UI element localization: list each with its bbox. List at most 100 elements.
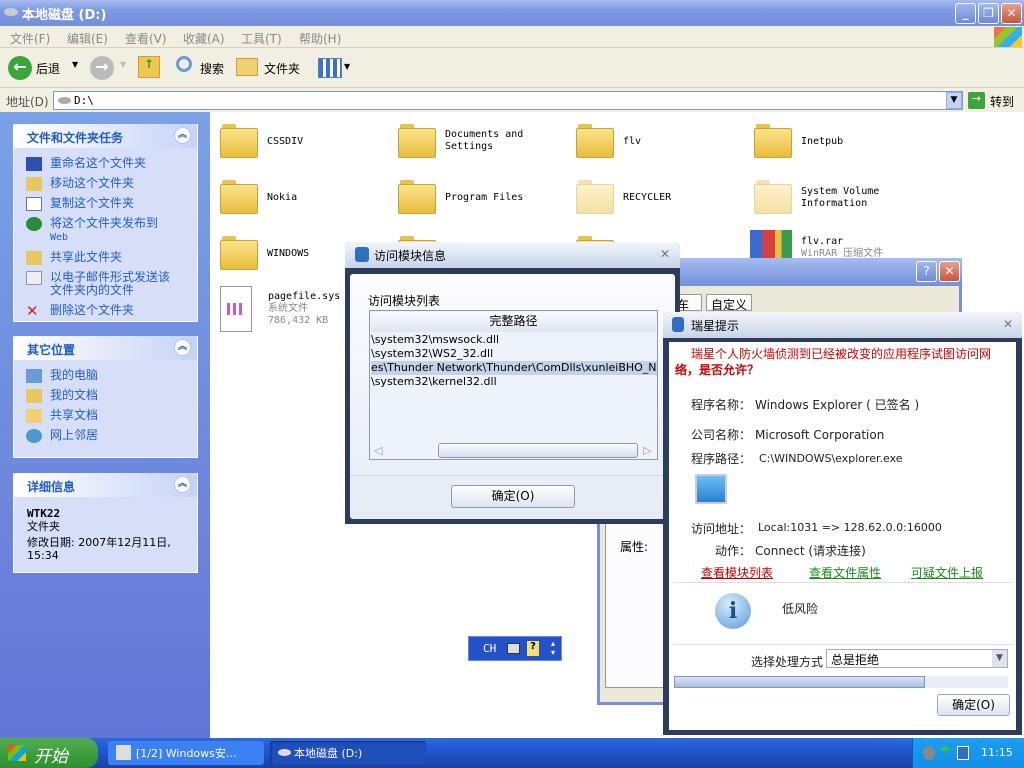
drive-icon <box>278 749 291 756</box>
tab-custom[interactable]: 自定义 <box>706 294 753 312</box>
go-button[interactable]: → 转到 <box>968 91 1022 110</box>
delete-x-icon: ✕ <box>26 302 39 320</box>
view-file-properties-link[interactable]: 查看文件属性 <box>809 564 881 581</box>
back-dropdown-icon[interactable]: ▼ <box>72 60 78 69</box>
task-email[interactable]: 以电子邮件形式发送该 文件夹内的文件 <box>14 271 197 297</box>
collapse-icon[interactable]: ︽ <box>174 339 191 356</box>
view-modules-link[interactable]: 查看模块列表 <box>701 564 773 581</box>
scroll-left-icon[interactable]: ◁ <box>374 444 382 457</box>
drive-icon <box>4 8 18 16</box>
views-dropdown-icon[interactable]: ▼ <box>344 62 350 71</box>
address-input[interactable]: D:\ <box>53 91 963 110</box>
shield-icon <box>355 247 369 262</box>
minimize-button[interactable]: _ <box>955 3 976 24</box>
dropdown-arrow-icon[interactable]: ▼ <box>992 650 1007 667</box>
collapse-icon[interactable]: ︽ <box>174 127 191 144</box>
detail-time: 15:34 <box>27 549 59 562</box>
module-info-dialog: 访问模块信息 ✕ 访问模块列表 完整路径 \system32\mswsock.d… <box>345 242 680 524</box>
module-close-icon[interactable]: ✕ <box>660 247 670 261</box>
options-icon[interactable]: ▴ ▾ <box>551 639 555 657</box>
folder-icon <box>754 180 792 214</box>
address-dropdown-icon[interactable]: ▼ <box>946 92 962 109</box>
task-share[interactable]: 共享此文件夹 <box>14 251 197 265</box>
rising-close-icon[interactable]: ✕ <box>1003 317 1013 331</box>
umbrella-icon[interactable]: ☂ <box>939 744 952 760</box>
file-name: Information <box>801 198 868 209</box>
file-name: Program Files <box>445 192 524 203</box>
task-move[interactable]: 移动这个文件夹 <box>14 176 197 191</box>
keyboard-icon[interactable] <box>507 643 520 654</box>
report-suspicious-link[interactable]: 可疑文件上报 <box>911 564 983 581</box>
rising-ok-button[interactable]: 确定(O) <box>937 694 1010 716</box>
collapse-icon[interactable]: ︽ <box>174 476 191 493</box>
rising-prompt-dialog: 瑞星提示 ✕ 瑞星个人防火墙侦测到已经被改变的应用程序试图访问网 络，是否允许？… <box>663 312 1022 735</box>
task-publish-web[interactable]: 将这个文件夹发布到 Web <box>14 217 197 244</box>
menu-bar: 文件(F) 编辑(E) 查看(V) 收藏(A) 工具(T) 帮助(H) <box>0 26 1024 48</box>
maximize-button[interactable]: ❐ <box>978 3 999 24</box>
place-my-computer[interactable]: 我的电脑 <box>14 369 197 383</box>
back-button[interactable]: ← 后退 <box>8 56 68 80</box>
windows-logo-icon <box>8 745 26 761</box>
module-row-selected[interactable]: es\Thunder Network\Thunder\ComDlls\xunle… <box>371 361 657 375</box>
module-row[interactable]: \system32\kernel32.dll <box>371 375 657 389</box>
start-button[interactable]: 开始 <box>0 738 98 768</box>
file-tasks-header[interactable]: 文件和文件夹任务 ︽ <box>14 124 197 148</box>
file-name: System Volume <box>801 186 880 197</box>
task-rename[interactable]: 重命名这个文件夹 <box>14 157 197 171</box>
module-list[interactable]: 完整路径 \system32\mswsock.dll \system32\WS2… <box>369 310 658 460</box>
menu-view[interactable]: 查看(V) <box>125 30 167 47</box>
copy-icon <box>26 197 42 211</box>
task-label: 移动这个文件夹 <box>50 176 135 190</box>
info-icon: i <box>715 593 751 629</box>
menu-help[interactable]: 帮助(H) <box>299 30 341 47</box>
module-ok-button[interactable]: 确定(O) <box>451 485 575 508</box>
close-button[interactable]: ✕ <box>1001 3 1022 24</box>
forward-button[interactable]: → <box>90 56 114 80</box>
email-icon <box>26 271 42 285</box>
help-button[interactable]: ? <box>916 261 937 282</box>
menu-file[interactable]: 文件(F) <box>10 30 50 47</box>
task-delete[interactable]: ✕ 删除这个文件夹 <box>14 302 197 320</box>
menu-tools[interactable]: 工具(T) <box>241 30 282 47</box>
column-header-full-path[interactable]: 完整路径 <box>371 312 656 332</box>
place-shared-documents[interactable]: 共享文档 <box>14 409 197 423</box>
path-label: 程序路径： <box>691 452 752 466</box>
language-indicator[interactable]: CH <box>483 642 496 655</box>
start-label: 开始 <box>34 747 68 767</box>
module-row[interactable]: \system32\WS2_32.dll <box>371 347 657 361</box>
file-name: Nokia <box>267 192 298 203</box>
taskbar-item-local-disk[interactable]: 本地磁盘 (D:) <box>270 741 426 765</box>
detail-type: 文件夹 <box>27 520 60 533</box>
other-places-header[interactable]: 其它位置 ︽ <box>14 336 197 360</box>
menu-edit[interactable]: 编辑(E) <box>67 30 108 47</box>
speaker-icon[interactable] <box>923 746 935 760</box>
warning-text: 瑞星个人防火墙侦测到已经被改变的应用程序试图访问网 <box>691 347 992 361</box>
properties-close-button[interactable]: ✕ <box>939 261 960 282</box>
handling-select[interactable]: 总是拒绝 ▼ <box>826 649 1008 668</box>
language-bar[interactable]: CH ? ▴ ▾ <box>468 636 562 661</box>
up-folder-button[interactable]: ↑ <box>138 56 160 78</box>
computer-icon <box>26 369 42 383</box>
help-icon[interactable]: ? <box>527 641 539 656</box>
horizontal-scrollbar-thumb[interactable] <box>438 443 638 458</box>
scroll-right-icon[interactable]: ▷ <box>643 444 651 457</box>
details-header[interactable]: 详细信息 ︽ <box>14 473 197 497</box>
views-button[interactable] <box>318 58 342 78</box>
forward-dropdown-icon[interactable]: ▼ <box>120 60 126 69</box>
place-network[interactable]: 网上邻居 <box>14 429 197 443</box>
taskbar-item-windows-security[interactable]: [1/2] Windows安... <box>108 741 264 765</box>
module-row[interactable]: \system32\mswsock.dll <box>371 333 657 347</box>
place-my-documents[interactable]: 我的文档 <box>14 389 197 403</box>
menu-favorites[interactable]: 收藏(A) <box>183 30 225 47</box>
detail-modified: 修改日期: 2007年12月11日, <box>27 536 171 549</box>
search-button[interactable]: 搜索 <box>172 56 230 80</box>
task-copy[interactable]: 复制这个文件夹 <box>14 197 197 211</box>
rename-icon <box>26 157 42 171</box>
file-name: Documents and <box>445 129 524 140</box>
globe-icon <box>26 217 42 231</box>
clock[interactable]: 11:15 <box>981 746 1013 759</box>
firewall-icon[interactable] <box>957 746 969 760</box>
folders-button[interactable]: 文件夹 <box>236 56 306 80</box>
search-icon <box>176 56 192 72</box>
folders-label: 文件夹 <box>264 62 301 76</box>
